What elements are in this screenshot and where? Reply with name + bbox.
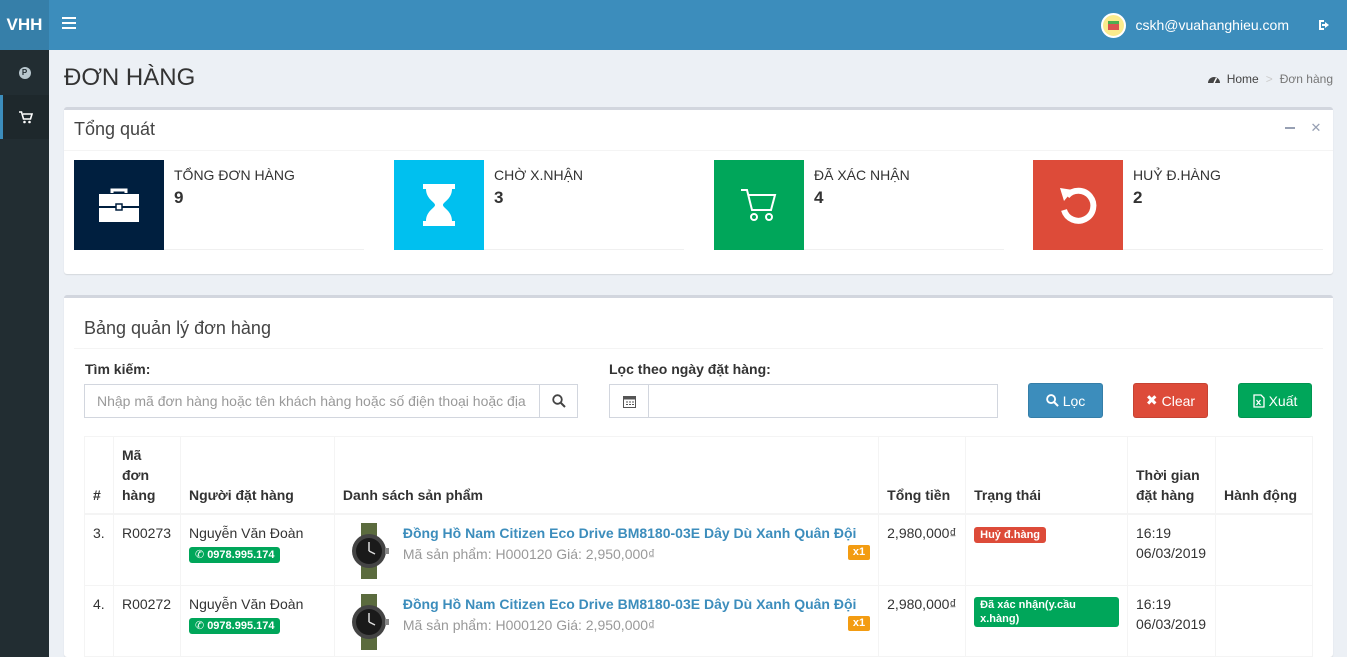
overview-box: Tổng quát ✕ TỔNG ĐƠN HÀNG 9 CHỜ X.NHẬN 3… [64,107,1333,274]
col-header-time[interactable]: Thời gian đặt hàng [1127,436,1216,515]
excel-file-icon [1252,393,1265,408]
date-range-input[interactable] [649,385,997,417]
cell-action [1214,585,1314,657]
filter-button[interactable]: Lọc [1028,383,1103,418]
customer-name: Nguyễn Văn Đoàn [188,525,304,541]
breadcrumb: Home > Đơn hàng [1207,72,1333,86]
info-value: 2 [1133,188,1143,207]
cell-code[interactable]: R00272 [112,585,181,657]
sidebar-item-coins[interactable]: P [0,51,49,95]
info-box-cancelled: HUỶ Đ.HÀNG 2 [1033,160,1323,250]
date-filter-group [609,384,998,418]
cell-time: 16:19 06/03/2019 [1127,513,1216,586]
info-label: ĐÃ XÁC NHẬN [814,167,910,183]
briefcase-icon [74,160,164,250]
info-box-total-orders: TỔNG ĐƠN HÀNG 9 [74,160,364,250]
store-avatar-icon [1101,12,1127,38]
search-button[interactable] [539,385,577,417]
table-header-row: # Mã đơn hàng Người đặt hàng Danh sách s… [84,436,1314,515]
col-header-status[interactable]: Trạng thái [965,436,1128,515]
cart-icon [19,110,33,123]
cell-status: Đã xác nhận(y.cầu x.hàng) [965,585,1128,657]
cell-products: Đồng Hồ Nam Citizen Eco Drive BM8180-03E… [333,585,880,657]
status-badge: Đã xác nhận(y.cầu x.hàng) [974,597,1119,627]
info-value: 9 [174,188,184,207]
info-label: HUỶ Đ.HÀNG [1133,167,1221,183]
times-icon: ✖ [1145,392,1158,408]
cell-time: 16:19 06/03/2019 [1127,585,1216,657]
cell-products: Đồng Hồ Nam Citizen Eco Drive BM8180-03E… [333,513,880,586]
quantity-badge: x1 [847,616,871,631]
sidebar-toggle-button[interactable] [62,17,76,33]
coin-icon: P [18,67,31,79]
cell-total: 2,980,000₫ [878,585,967,657]
col-header-num[interactable]: # [84,436,114,515]
phone-icon: ✆ [194,620,205,632]
info-label: CHỜ X.NHẬN [494,167,584,183]
export-button[interactable]: Xuất [1238,383,1312,418]
info-value: 4 [814,188,824,207]
phone-icon: ✆ [194,549,205,561]
product-watch-image [351,594,389,650]
hourglass-icon [394,160,484,250]
cell-customer: Nguyễn Văn Đoàn ✆ 0978.995.174 [179,585,335,657]
product-watch-image [351,523,389,579]
cell-total: 2,980,000₫ [878,513,967,586]
orders-box: Bảng quản lý đơn hàng Tìm kiếm: Lọc theo… [64,295,1333,657]
sidebar-item-orders[interactable] [0,95,49,139]
breadcrumb-separator: > [1265,72,1273,86]
cell-num: 3. [84,513,114,586]
sidebar: P [0,50,49,657]
dashboard-icon [1207,77,1220,84]
search-input[interactable] [85,385,539,417]
product-name-link[interactable]: Đồng Hồ Nam Citizen Eco Drive BM8180-03E… [403,523,857,543]
date-filter-label: Lọc theo ngày đặt hàng: [609,361,771,377]
collapse-icon[interactable] [1283,121,1297,135]
cell-action [1214,513,1314,586]
col-header-customer[interactable]: Người đặt hàng [179,436,335,515]
table-row[interactable]: 3. R00273 Nguyễn Văn Đoàn ✆ 0978.995.174 … [84,513,1314,586]
product-meta: Mã sản phẩm: H000120 Giá: 2,950,000₫ [402,546,656,562]
customer-name: Nguyễn Văn Đoàn [188,596,304,612]
table-row[interactable]: 4. R00272 Nguyễn Văn Đoàn ✆ 0978.995.174 … [84,585,1314,657]
overview-title: Tổng quát [74,119,156,139]
breadcrumb-home[interactable]: Home [1207,72,1259,86]
orders-title: Bảng quản lý đơn hàng [84,318,271,338]
search-label: Tìm kiếm: [85,361,151,377]
phone-badge[interactable]: ✆ 0978.995.174 [188,618,281,634]
cell-code[interactable]: R00273 [112,513,181,586]
breadcrumb-current: Đơn hàng [1279,72,1333,86]
cell-status: Huỷ đ.hàng [965,513,1128,586]
cart-icon [714,160,804,250]
info-box-confirmed: ĐÃ XÁC NHẬN 4 [714,160,1004,250]
quantity-badge: x1 [847,545,871,560]
product-meta: Mã sản phẩm: H000120 Giá: 2,950,000₫ [402,617,656,633]
top-navbar: VHH cskh@vuahanghieu.com [0,0,1347,50]
sign-out-icon[interactable] [1317,17,1333,33]
page-title: ĐƠN HÀNG [64,64,196,91]
info-box-pending: CHỜ X.NHẬN 3 [394,160,684,250]
user-menu[interactable]: cskh@vuahanghieu.com [1101,0,1347,50]
col-header-code[interactable]: Mã đơn hàng [112,436,181,515]
clear-button[interactable]: ✖ Clear [1133,383,1208,418]
col-header-total[interactable]: Tổng tiền [878,436,967,515]
status-badge: Huỷ đ.hàng [974,527,1047,543]
info-label: TỔNG ĐƠN HÀNG [174,167,295,183]
product-name-link[interactable]: Đồng Hồ Nam Citizen Eco Drive BM8180-03E… [403,594,857,614]
calendar-icon[interactable] [610,385,649,417]
col-header-action[interactable]: Hành động [1214,436,1314,515]
cell-customer: Nguyễn Văn Đoàn ✆ 0978.995.174 [179,513,335,586]
search-group [84,384,578,418]
cell-num: 4. [84,585,114,657]
user-email[interactable]: cskh@vuahanghieu.com [1135,17,1289,33]
undo-icon [1033,160,1123,250]
app-logo[interactable]: VHH [0,0,49,50]
info-value: 3 [494,188,504,207]
search-icon [551,394,566,408]
orders-table: # Mã đơn hàng Người đặt hàng Danh sách s… [84,436,1314,657]
search-icon [1045,394,1059,407]
phone-badge[interactable]: ✆ 0978.995.174 [188,547,281,563]
col-header-products[interactable]: Danh sách sản phẩm [333,436,880,515]
close-icon[interactable]: ✕ [1309,120,1323,135]
